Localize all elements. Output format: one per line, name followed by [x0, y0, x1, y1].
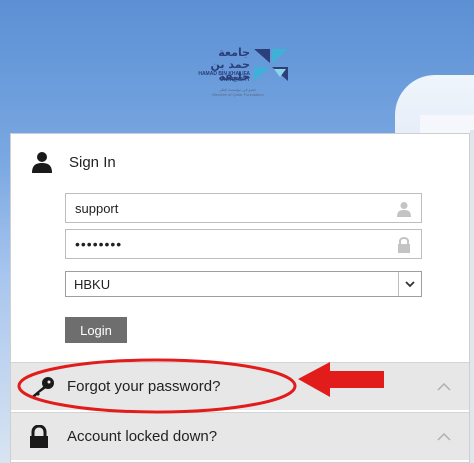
logo-subtitle: عضو في مؤسسة قطر Member of Qatar Foundat…: [208, 87, 268, 97]
logo-mark-icon: [254, 49, 288, 81]
signin-panel: Sign In HBKU Login Forgot your password: [10, 133, 470, 463]
person-icon: [397, 202, 411, 217]
user-icon: [32, 152, 52, 173]
domain-select-value: HBKU: [74, 276, 111, 292]
logo-english-text: HAMAD BIN KHALIFA UNIVERSITY: [192, 71, 250, 83]
chevron-up-icon[interactable]: [437, 432, 451, 441]
signin-title: Sign In: [69, 153, 116, 171]
login-button[interactable]: Login: [65, 317, 127, 343]
domain-select[interactable]: HBKU: [65, 271, 422, 297]
signin-header: Sign In: [31, 150, 116, 174]
forgot-password-row[interactable]: Forgot your password?: [11, 362, 469, 410]
chevron-down-icon[interactable]: [398, 272, 421, 296]
forgot-password-link[interactable]: Forgot your password?: [67, 378, 220, 395]
username-input[interactable]: [66, 194, 385, 222]
logo-subtitle-english: Member of Qatar Foundation: [212, 92, 264, 97]
lock-icon: [398, 237, 410, 253]
padlock-icon: [30, 424, 48, 448]
password-input[interactable]: [66, 230, 385, 258]
username-field[interactable]: [65, 193, 422, 223]
hbku-logo: جامعة حمد بن خليفة HAMAD BIN KHALIFA UNI…: [192, 45, 302, 105]
key-icon: [32, 376, 54, 397]
logo-english-line2: UNIVERSITY: [219, 77, 250, 83]
chevron-up-icon[interactable]: [437, 382, 451, 391]
background-strip: [470, 130, 474, 463]
account-locked-row[interactable]: Account locked down?: [11, 412, 469, 460]
password-field[interactable]: [65, 229, 422, 259]
account-locked-link[interactable]: Account locked down?: [67, 428, 217, 445]
